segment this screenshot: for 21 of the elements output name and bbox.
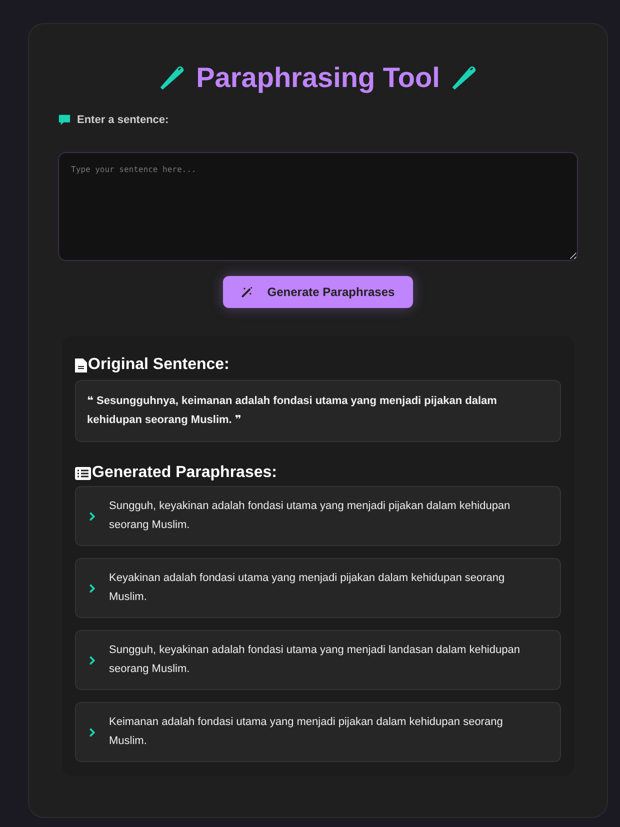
list-icon <box>75 466 91 480</box>
sentence-input[interactable]: Type your sentence here... <box>58 152 578 261</box>
marker-icon <box>450 64 478 92</box>
chevron-right-icon <box>88 510 96 522</box>
input-label: Enter a sentence: <box>77 114 169 126</box>
paraphrase-text: Sungguh, keyakinan adalah fondasi utama yang menjadi landasan dalam kehidupan seorang Muslim. <box>109 643 521 677</box>
chevron-right-icon <box>88 582 96 594</box>
paraphrase-text: Keimanan adalah fondasi utama yang menjadi pijakan dalam kehidupan seorang Muslim. <box>109 715 504 749</box>
magic-wand-icon <box>241 286 254 298</box>
marker-icon <box>158 64 186 92</box>
document-icon <box>75 358 87 372</box>
section-heading: Original Sentence: <box>88 356 230 374</box>
paraphrase-text: Keyakinan adalah fondasi utama yang menjadi pijakan dalam kehidupan seorang Muslim. <box>109 571 506 605</box>
section-heading: Generated Paraphrases: <box>92 464 277 482</box>
chevron-right-icon <box>88 726 96 738</box>
comment-icon <box>58 114 71 126</box>
generate-button[interactable]: Generate Paraphrases <box>223 276 413 308</box>
page-title: Paraphrasing Tool <box>196 62 440 94</box>
paraphrase-text: Sungguh, keyakinan adalah fondasi utama yang menjadi pijakan dalam kehidupan seorang Muslim. <box>109 499 512 533</box>
original-sentence: ❝ Sesungguhnya, keimanan adalah fondasi utama yang menjadi pijakan dalam kehidupan seorang Muslim. ❞ <box>87 394 498 428</box>
chevron-right-icon <box>88 654 96 666</box>
